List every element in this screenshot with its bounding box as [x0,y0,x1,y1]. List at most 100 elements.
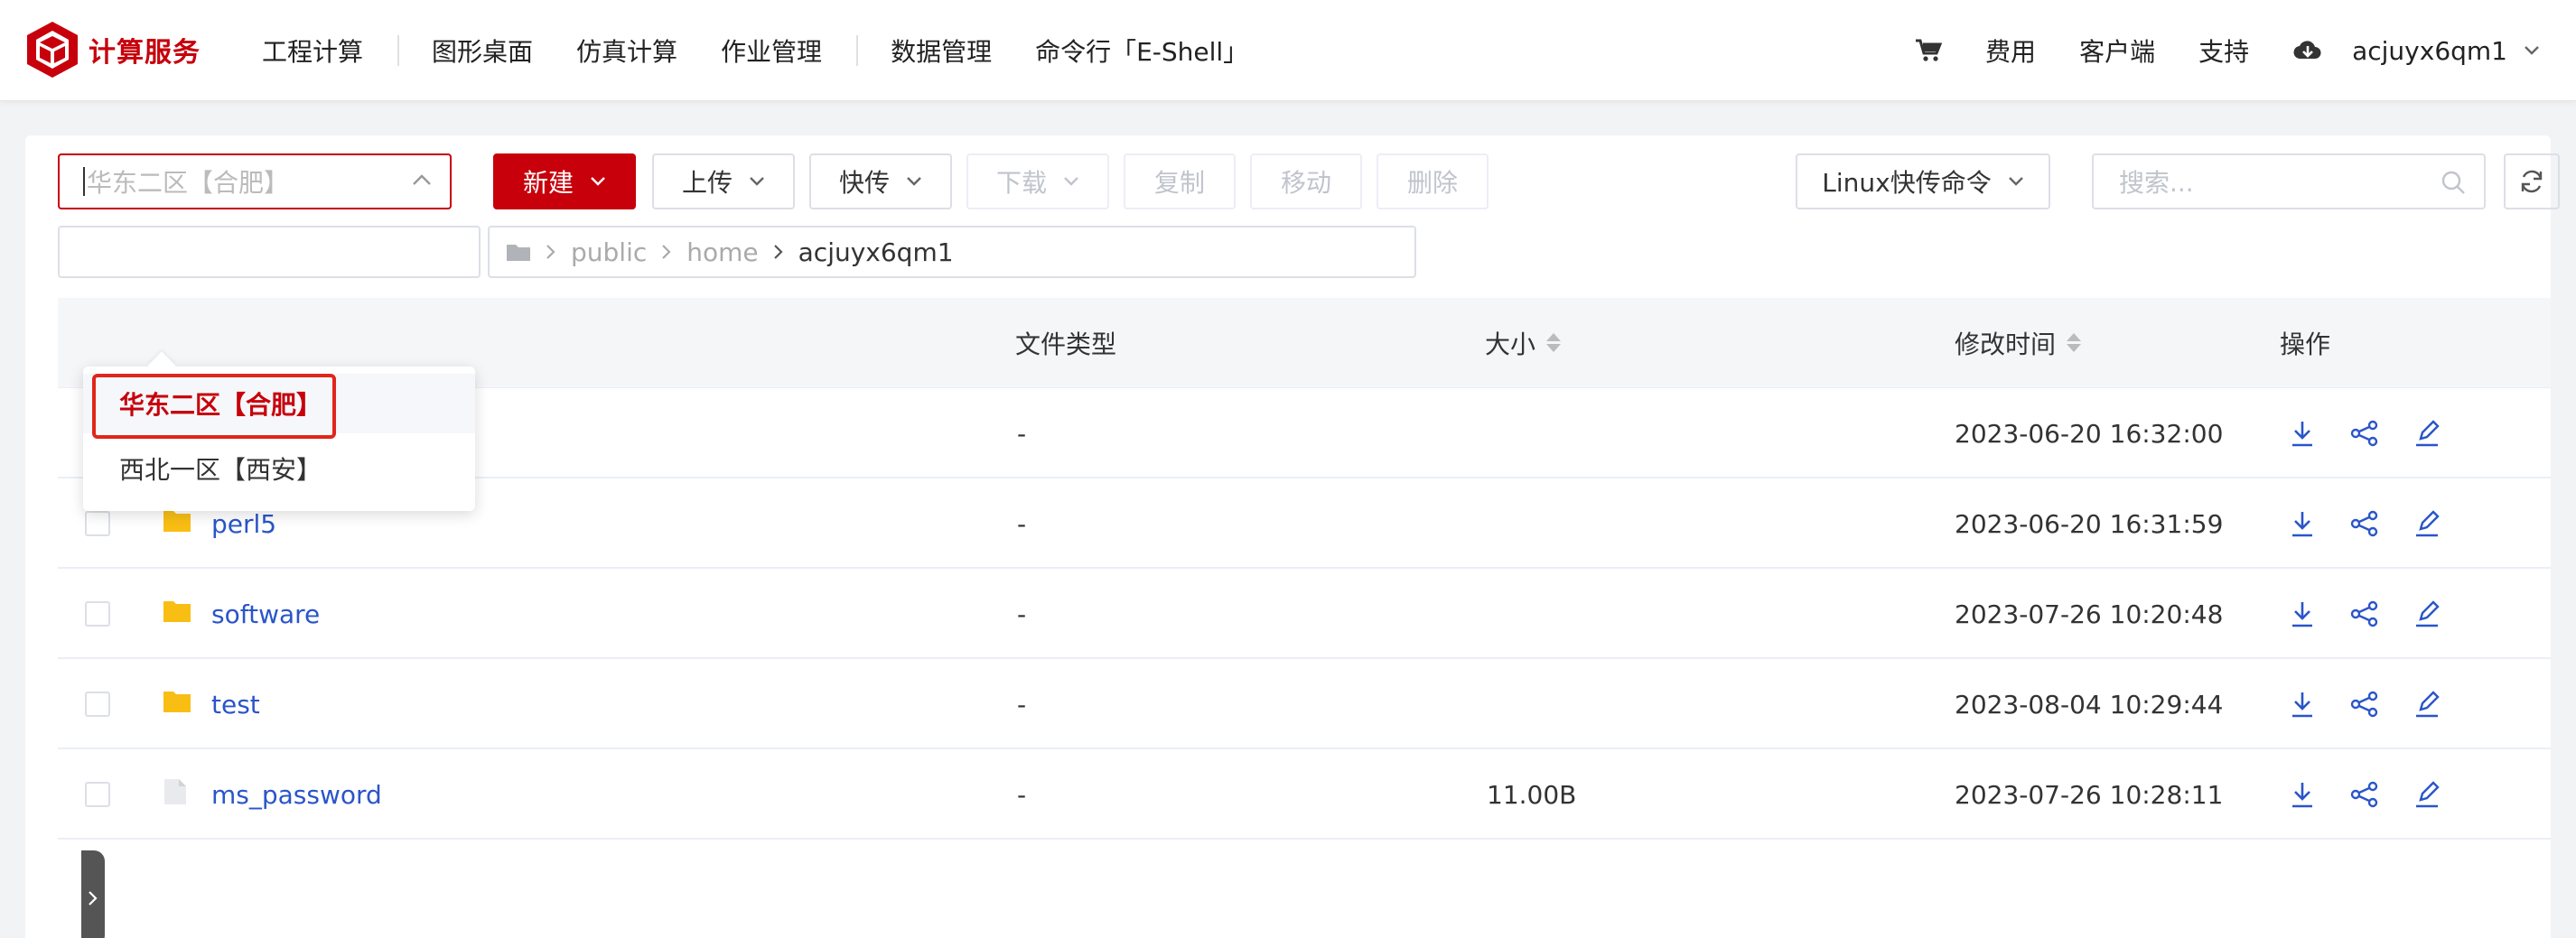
chevron-down-icon [907,177,921,186]
file-type: - [1017,689,1027,720]
file-manager-panel: 华东二区【合肥】 新建 上传 快传 下载 复制 移动 删除 Linux快传命令 … [25,135,2560,938]
table-row[interactable]: test - 2023-08-04 10:29:44 [58,659,2551,749]
row-actions [2289,569,2441,659]
search-icon[interactable] [2441,170,2466,195]
new-button-label: 新建 [522,168,574,198]
download-icon[interactable] [2289,780,2316,809]
download-button[interactable]: 下载 [966,153,1109,209]
edit-icon[interactable] [2413,419,2441,448]
row-checkbox[interactable] [85,782,110,807]
nav-engineering-compute[interactable]: 工程计算 [262,33,363,69]
path-nav-buttons[interactable] [58,226,481,278]
file-icon [163,777,188,813]
cart-icon[interactable] [1915,38,1943,63]
chevron-right-icon [89,891,98,905]
linux-command-button[interactable]: Linux快传命令 [1796,153,2050,209]
top-header: 计算服务 工程计算 图形桌面 仿真计算 作业管理 数据管理 命令行「E-Shel… [0,0,2576,101]
share-icon[interactable] [2350,691,2379,718]
move-button[interactable]: 移动 [1250,153,1362,209]
nav-eshell[interactable]: 命令行「E-Shell」 [1035,33,1248,69]
download-icon[interactable] [2289,599,2316,628]
folder-icon [163,599,191,630]
breadcrumb-item[interactable]: public [571,237,647,267]
client-link[interactable]: 客户端 [2079,33,2155,69]
header-modified-time[interactable]: 修改时间 [1955,325,2082,361]
nav-job-management[interactable]: 作业管理 [721,33,822,69]
file-size: 11.00B [1487,779,1577,810]
edit-icon[interactable] [2413,780,2441,809]
linux-command-label: Linux快传命令 [1822,168,1992,198]
file-name-link[interactable]: ms_password [211,749,382,840]
logo-cube-icon [27,22,78,78]
download-icon[interactable] [2289,690,2316,719]
fee-link[interactable]: 费用 [1985,33,2036,69]
delete-button-label: 删除 [1406,168,1458,198]
fast-transfer-button[interactable]: 快传 [809,153,952,209]
row-checkbox[interactable] [85,511,110,536]
header-size-label: 大小 [1485,329,1536,359]
nav-graphic-desktop[interactable]: 图形桌面 [432,33,533,69]
file-name-link[interactable]: test [211,659,260,749]
share-icon[interactable] [2350,781,2379,808]
header-size[interactable]: 大小 [1485,325,1562,361]
header-file-type: 文件类型 [1015,329,1117,359]
chevron-down-icon [2008,177,2023,186]
row-actions [2289,388,2441,478]
app-logo[interactable]: 计算服务 [25,20,201,79]
breadcrumb-item[interactable]: home [686,237,758,267]
user-menu[interactable]: acjuyx6qm1 [2352,36,2540,66]
nav-data-management[interactable]: 数据管理 [891,33,992,69]
file-mtime: 2023-06-20 16:32:00 [1955,418,2224,449]
upload-button[interactable]: 上传 [652,153,795,209]
row-checkbox[interactable] [85,601,110,627]
breadcrumb-current[interactable]: acjuyx6qm1 [798,237,954,267]
copy-button[interactable]: 复制 [1124,153,1236,209]
copy-button-label: 复制 [1153,168,1205,198]
chevron-right-icon [546,244,556,260]
new-button[interactable]: 新建 [493,153,636,209]
file-type: - [1017,418,1027,449]
region-option-xian[interactable]: 西北一区【西安】 [83,439,475,498]
share-icon[interactable] [2350,600,2379,627]
row-checkbox[interactable] [85,692,110,717]
folder-icon [163,508,191,540]
nav-divider [397,35,400,66]
row-checkbox-cell [85,569,110,659]
cloud-download-icon[interactable] [2292,39,2323,62]
sort-icon[interactable] [2067,333,2082,352]
edit-icon[interactable] [2413,509,2441,538]
region-select[interactable]: 华东二区【合肥】 [58,153,452,209]
chevron-right-icon [661,244,672,260]
share-icon[interactable] [2350,510,2379,537]
table-row[interactable]: ms_password - 11.00B 2023-07-26 10:28:11 [58,749,2551,840]
file-type: - [1017,599,1027,629]
edit-icon[interactable] [2413,690,2441,719]
delete-button[interactable]: 删除 [1377,153,1489,209]
file-name-link[interactable]: software [211,569,320,659]
table-row[interactable]: software - 2023-07-26 10:20:48 [58,569,2551,659]
support-link[interactable]: 支持 [2198,33,2249,69]
file-mtime: 2023-08-04 10:29:44 [1955,689,2224,720]
app-name: 计算服务 [89,37,201,69]
row-checkbox-cell [85,659,110,749]
file-icon-cell [163,749,188,840]
sort-icon[interactable] [1546,333,1562,352]
download-icon[interactable] [2289,509,2316,538]
search-input[interactable]: 搜索... [2092,153,2486,209]
download-icon[interactable] [2289,419,2316,448]
share-icon[interactable] [2350,420,2379,447]
header-operations: 操作 [2280,329,2331,359]
file-icon-cell [163,659,191,749]
chevron-down-icon [1064,177,1078,186]
file-mtime: 2023-07-26 10:20:48 [1955,599,2224,629]
row-actions [2289,659,2441,749]
file-type: - [1017,779,1027,810]
edit-icon[interactable] [2413,599,2441,628]
refresh-button[interactable] [2504,153,2560,209]
file-icon-cell [163,569,191,659]
selected-option-highlight [92,374,336,439]
file-mtime: 2023-07-26 10:28:11 [1955,779,2224,810]
nav-simulation[interactable]: 仿真计算 [576,33,677,69]
fast-transfer-label: 快传 [838,168,890,198]
sidebar-expand-handle[interactable] [81,850,105,938]
